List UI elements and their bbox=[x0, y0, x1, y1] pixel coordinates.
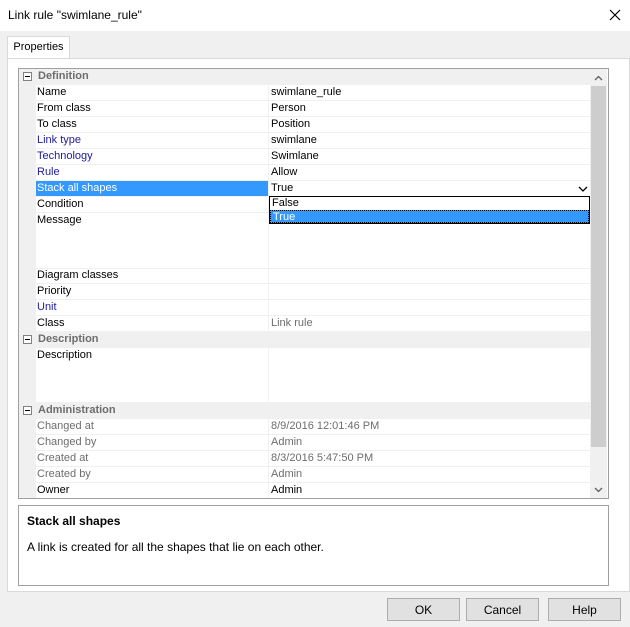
stack-all-shapes-dropdown-list[interactable]: False True bbox=[269, 196, 590, 224]
prop-label: Diagram classes bbox=[36, 268, 269, 283]
scroll-up-button[interactable] bbox=[590, 69, 607, 86]
window-title: Link rule "swimlane_rule" bbox=[8, 8, 142, 22]
dropdown-option-true[interactable]: True bbox=[270, 210, 589, 223]
prop-value[interactable] bbox=[270, 348, 591, 402]
prop-label: Link type bbox=[36, 133, 269, 148]
row-from-class[interactable]: From class Person bbox=[19, 101, 591, 117]
row-created-at[interactable]: Created at 8/3/2016 5:47:50 PM bbox=[19, 451, 591, 467]
prop-value[interactable]: Admin bbox=[270, 483, 591, 498]
row-rule[interactable]: Rule Allow bbox=[19, 165, 591, 181]
row-unit[interactable]: Unit bbox=[19, 300, 591, 316]
dropdown-option-false[interactable]: False bbox=[270, 197, 589, 210]
row-to-class[interactable]: To class Position bbox=[19, 117, 591, 133]
close-icon bbox=[609, 9, 621, 21]
row-created-by[interactable]: Created by Admin bbox=[19, 467, 591, 483]
prop-label: Changed at bbox=[36, 419, 269, 434]
scroll-thumb[interactable] bbox=[591, 86, 606, 447]
tab-strip: Properties bbox=[0, 31, 630, 59]
category-definition[interactable]: Definition bbox=[19, 69, 591, 85]
prop-value[interactable]: Swimlane bbox=[270, 149, 591, 164]
row-link-type[interactable]: Link type swimlane bbox=[19, 133, 591, 149]
row-name[interactable]: Name swimlane_rule bbox=[19, 85, 591, 101]
chevron-up-icon bbox=[594, 75, 603, 80]
collapse-icon[interactable] bbox=[23, 335, 32, 344]
title-bar: Link rule "swimlane_rule" bbox=[0, 0, 630, 31]
prop-label: Rule bbox=[36, 165, 269, 180]
row-owner[interactable]: Owner Admin bbox=[19, 483, 591, 498]
scroll-down-button[interactable] bbox=[590, 481, 607, 498]
help-panel: Stack all shapes A link is created for a… bbox=[18, 505, 609, 586]
category-description[interactable]: Description bbox=[19, 332, 591, 348]
prop-value: Admin bbox=[271, 468, 303, 480]
prop-value[interactable]: Allow bbox=[270, 165, 591, 180]
category-label: Description bbox=[38, 333, 99, 345]
prop-value[interactable] bbox=[270, 300, 591, 315]
collapse-icon[interactable] bbox=[23, 406, 32, 415]
prop-value[interactable]: swimlane_rule bbox=[270, 85, 591, 100]
prop-value[interactable] bbox=[270, 268, 591, 283]
tab-properties[interactable]: Properties bbox=[7, 36, 70, 59]
prop-label: Class bbox=[36, 316, 269, 331]
row-changed-at[interactable]: Changed at 8/9/2016 12:01:46 PM bbox=[19, 419, 591, 435]
row-diagram-classes[interactable]: Diagram classes bbox=[19, 268, 591, 284]
chevron-down-icon[interactable] bbox=[577, 183, 589, 195]
prop-label: To class bbox=[36, 117, 269, 132]
prop-label: Message bbox=[36, 213, 269, 268]
ok-button[interactable]: OK bbox=[387, 598, 460, 621]
stack-all-shapes-select[interactable]: True bbox=[270, 181, 591, 196]
close-button[interactable] bbox=[600, 0, 630, 30]
prop-label: Description bbox=[36, 348, 269, 402]
row-stack-all-shapes[interactable]: Stack all shapes True bbox=[19, 181, 591, 197]
prop-label: Stack all shapes bbox=[36, 181, 269, 196]
prop-label: Created at bbox=[36, 451, 269, 466]
prop-value[interactable]: swimlane bbox=[270, 133, 591, 148]
category-label: Definition bbox=[38, 70, 89, 82]
prop-value: Link rule bbox=[271, 317, 313, 329]
property-grid: Definition Name swimlane_rule From class P… bbox=[18, 68, 609, 499]
prop-label: Condition bbox=[36, 197, 269, 212]
chevron-down-icon bbox=[594, 487, 603, 492]
prop-label: Priority bbox=[36, 284, 269, 299]
row-changed-by[interactable]: Changed by Admin bbox=[19, 435, 591, 451]
prop-value: 8/3/2016 5:47:50 PM bbox=[271, 452, 374, 464]
help-title: Stack all shapes bbox=[27, 514, 121, 528]
category-administration[interactable]: Administration bbox=[19, 403, 591, 419]
row-priority[interactable]: Priority bbox=[19, 284, 591, 300]
prop-value[interactable]: Position bbox=[270, 117, 591, 132]
prop-label: Name bbox=[36, 85, 269, 100]
prop-value: Admin bbox=[271, 436, 303, 448]
row-class[interactable]: Class Link rule bbox=[19, 316, 591, 332]
prop-value[interactable] bbox=[270, 284, 591, 299]
cancel-button[interactable]: Cancel bbox=[466, 598, 539, 621]
prop-label: Changed by bbox=[36, 435, 269, 450]
help-button[interactable]: Help bbox=[548, 598, 621, 621]
collapse-icon[interactable] bbox=[23, 72, 32, 81]
row-description[interactable]: Description bbox=[19, 348, 591, 403]
prop-label: Unit bbox=[36, 300, 269, 315]
vertical-scrollbar[interactable] bbox=[590, 69, 607, 498]
prop-label: Owner bbox=[36, 483, 269, 498]
prop-label: Created by bbox=[36, 467, 269, 482]
category-label: Administration bbox=[38, 404, 116, 416]
prop-label: From class bbox=[36, 101, 269, 116]
prop-label: Technology bbox=[36, 149, 269, 164]
row-technology[interactable]: Technology Swimlane bbox=[19, 149, 591, 165]
prop-value[interactable]: Person bbox=[270, 101, 591, 116]
help-text: A link is created for all the shapes tha… bbox=[27, 540, 324, 554]
prop-value: 8/9/2016 12:01:46 PM bbox=[271, 420, 380, 432]
